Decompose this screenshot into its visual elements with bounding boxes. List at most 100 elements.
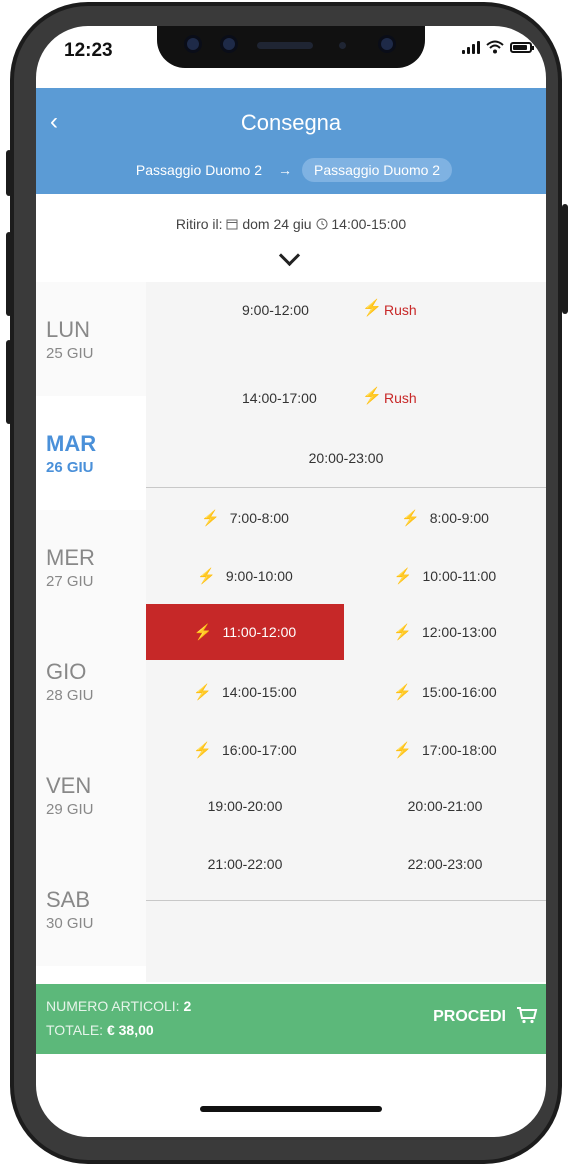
time-slot[interactable]: ⚡ 15:00-16:00 bbox=[346, 668, 544, 716]
day-tab[interactable]: LUN 25 GIU bbox=[36, 282, 146, 396]
day-selector: LUN 25 GIU MAR 26 GIU MER 27 GIU GIO 28 GIU … bbox=[36, 282, 146, 966]
day-date: 28 GIU bbox=[46, 686, 94, 704]
lightning-bolt-icon: ⚡ bbox=[201, 510, 220, 527]
proximity-sensor bbox=[339, 42, 346, 49]
volume-down-button bbox=[6, 340, 12, 424]
time-slot[interactable]: ⚡ 10:00-11:00 bbox=[346, 552, 544, 600]
lightning-bolt-icon: ⚡ bbox=[197, 568, 216, 585]
slot-time[interactable]: 20:00-23:00 bbox=[146, 450, 546, 466]
slot-time: 12:00-13:00 bbox=[421, 624, 497, 640]
slot-time: 15:00-16:00 bbox=[421, 684, 497, 700]
day-date: 29 GIU bbox=[46, 800, 94, 818]
lightning-bolt-icon: ⚡ bbox=[401, 510, 420, 527]
route-from[interactable]: Passaggio Duomo 2 bbox=[130, 158, 268, 182]
wifi-icon bbox=[486, 40, 504, 54]
time-slot[interactable]: 21:00-22:00 bbox=[146, 840, 344, 888]
power-button bbox=[562, 204, 568, 314]
day-name: MER bbox=[46, 544, 95, 570]
slot-time: 10:00-11:00 bbox=[422, 568, 497, 584]
cart-icon[interactable] bbox=[516, 1006, 538, 1024]
route-bar: Passaggio Duomo 2 → Passaggio Duomo 2 bbox=[36, 158, 546, 182]
lightning-bolt-icon: ⚡ bbox=[362, 300, 382, 317]
route-to[interactable]: Passaggio Duomo 2 bbox=[302, 158, 453, 182]
total-label: TOTALE: bbox=[46, 1022, 104, 1038]
lightning-bolt-icon: ⚡ bbox=[193, 684, 212, 701]
items-count-line: NUMERO ARTICOLI: 2 bbox=[46, 998, 191, 1014]
slot-time: 11:00-12:00 bbox=[222, 624, 297, 640]
day-date: 26 GIU bbox=[46, 458, 94, 476]
time-slot-selected[interactable]: ⚡ 11:00-12:00 bbox=[146, 604, 344, 660]
pickup-label: Ritiro il: bbox=[175, 216, 223, 232]
time-slot[interactable]: ⚡ 14:00-15:00 bbox=[146, 668, 344, 716]
day-name: VEN bbox=[46, 772, 92, 798]
day-name: SAB bbox=[46, 886, 91, 912]
slot-time: 16:00-17:00 bbox=[221, 742, 297, 758]
slot-time: 14:00-15:00 bbox=[221, 684, 297, 700]
cart-footer: NUMERO ARTICOLI: 2 TOTALE: € 38,00 PROCE… bbox=[36, 984, 546, 1054]
lightning-bolt-icon: ⚡ bbox=[393, 684, 412, 701]
slot-time: 8:00-9:00 bbox=[429, 510, 489, 526]
time-slot[interactable]: ⚡ 7:00-8:00 bbox=[146, 494, 344, 542]
time-slot[interactable]: ⚡ 9:00-10:00 bbox=[146, 552, 344, 600]
day-tab[interactable]: MER 27 GIU bbox=[36, 510, 146, 624]
sensor-icon bbox=[223, 38, 235, 50]
time-slot[interactable]: 20:00-21:00 bbox=[346, 782, 544, 830]
time-slots-panel: 9:00-12:00 ⚡ Rush 14:00-17:00 ⚡ Rush 20:… bbox=[146, 282, 546, 982]
chevron-down-icon[interactable] bbox=[278, 244, 301, 267]
mute-switch bbox=[6, 150, 12, 196]
calendar-icon bbox=[226, 219, 238, 230]
clock-icon bbox=[316, 218, 327, 230]
pickup-time: 14:00-15:00 bbox=[331, 216, 407, 232]
sensor-icon bbox=[187, 38, 199, 50]
divider bbox=[146, 487, 546, 488]
day-tab[interactable]: VEN 29 GIU bbox=[36, 738, 146, 852]
day-date: 27 GIU bbox=[46, 572, 94, 590]
pickup-date: dom 24 giu bbox=[242, 216, 312, 232]
day-name: GIO bbox=[46, 658, 87, 684]
signal-icon bbox=[462, 40, 480, 54]
rush-slot[interactable]: 14:00-17:00 ⚡ Rush bbox=[146, 378, 546, 418]
arrow-right-icon: → bbox=[278, 162, 292, 178]
rush-slot[interactable]: 9:00-12:00 ⚡ Rush bbox=[146, 290, 546, 330]
status-time: 12:23 bbox=[64, 40, 113, 61]
day-name: MAR bbox=[46, 430, 97, 456]
time-slot[interactable]: 19:00-20:00 bbox=[146, 782, 344, 830]
day-name: LUN bbox=[46, 316, 91, 342]
day-tab[interactable]: SAB 30 GIU bbox=[36, 852, 146, 966]
time-slot[interactable]: ⚡ 8:00-9:00 bbox=[346, 494, 544, 542]
volume-up-button bbox=[6, 232, 12, 316]
day-date: 25 GIU bbox=[46, 344, 94, 362]
rush-label: Rush bbox=[384, 302, 417, 318]
items-label: NUMERO ARTICOLI: bbox=[46, 998, 180, 1014]
app-screen: 12:23 ‹ Consegna Passaggio Duomo 2 → Pas… bbox=[36, 26, 546, 1137]
slot-time: 17:00-18:00 bbox=[421, 742, 497, 758]
slot-time: 7:00-8:00 bbox=[229, 510, 289, 526]
time-slot[interactable]: ⚡ 17:00-18:00 bbox=[346, 726, 544, 774]
front-camera-icon bbox=[381, 38, 393, 50]
divider bbox=[146, 900, 546, 901]
slot-time: 19:00-20:00 bbox=[207, 798, 283, 814]
time-slot[interactable]: ⚡ 12:00-13:00 bbox=[346, 608, 544, 656]
proceed-button[interactable]: PROCEDI bbox=[433, 1008, 506, 1026]
pickup-info: Ritiro il: dom 24 giu 14:00-15:00 bbox=[36, 216, 546, 232]
day-tab[interactable]: GIO 28 GIU bbox=[36, 624, 146, 738]
lightning-bolt-icon: ⚡ bbox=[193, 742, 212, 759]
speaker-grille bbox=[257, 42, 313, 49]
slot-time: 14:00-17:00 bbox=[242, 390, 317, 406]
slot-time: 9:00-12:00 bbox=[242, 302, 309, 318]
total-line: TOTALE: € 38,00 bbox=[46, 1022, 154, 1038]
lightning-bolt-icon: ⚡ bbox=[393, 624, 412, 641]
notch bbox=[157, 26, 425, 68]
page-title: Consegna bbox=[240, 110, 342, 135]
time-slot[interactable]: 22:00-23:00 bbox=[346, 840, 544, 888]
slot-time: 21:00-22:00 bbox=[207, 856, 283, 872]
day-tab-selected[interactable]: MAR 26 GIU bbox=[36, 396, 146, 510]
time-slot[interactable]: ⚡ 16:00-17:00 bbox=[146, 726, 344, 774]
lightning-bolt-icon: ⚡ bbox=[393, 568, 413, 585]
slot-time: 9:00-10:00 bbox=[225, 568, 293, 584]
app-header: ‹ Consegna Passaggio Duomo 2 → Passaggio… bbox=[36, 88, 546, 194]
rush-label: Rush bbox=[384, 390, 417, 406]
lightning-bolt-icon: ⚡ bbox=[193, 624, 213, 641]
home-indicator[interactable] bbox=[200, 1106, 382, 1112]
total-value: € 38,00 bbox=[106, 1022, 154, 1038]
